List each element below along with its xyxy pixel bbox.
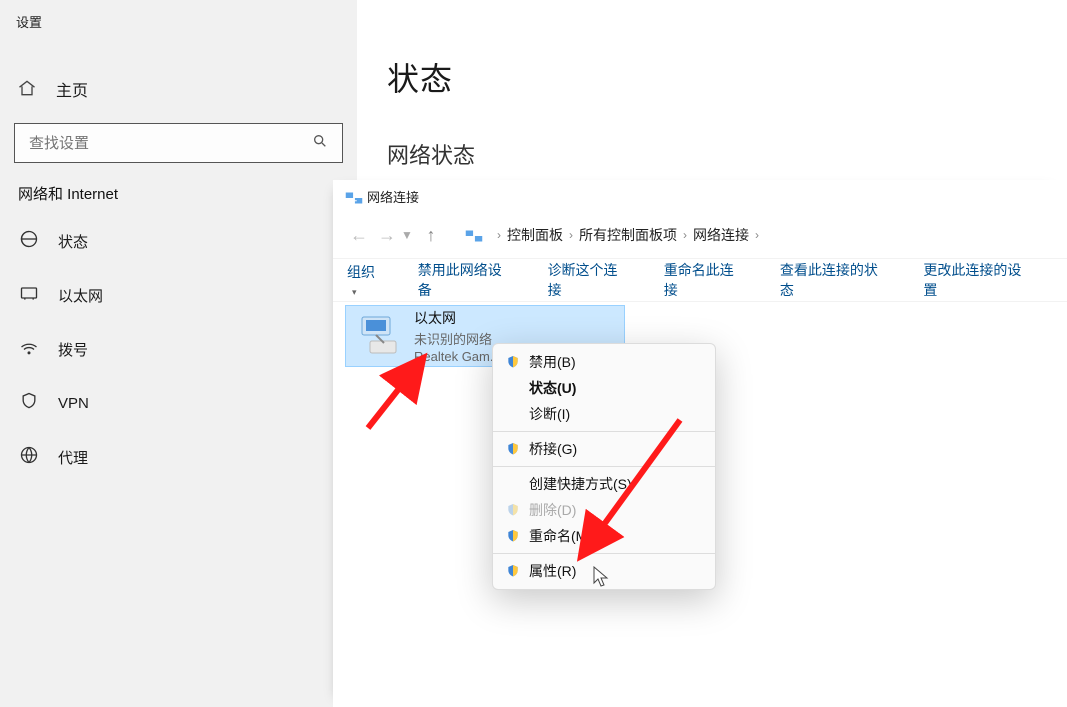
toolbar-disable-button[interactable]: 禁用此网络设备 (418, 260, 514, 300)
network-icon (463, 225, 483, 245)
nav-back-button[interactable]: ← (345, 225, 373, 246)
explorer-title: 网络连接 (367, 187, 419, 206)
connection-name: 以太网 (414, 308, 501, 328)
breadcrumb-item[interactable]: 控制面板 (507, 225, 563, 245)
vpn-icon (18, 391, 40, 416)
context-create-shortcut[interactable]: 创建快捷方式(S) (493, 471, 715, 497)
search-icon (312, 133, 328, 153)
settings-home-button[interactable]: 主页 (0, 63, 357, 115)
cursor-icon (593, 566, 611, 588)
context-item-label: 状态(U) (529, 378, 576, 398)
settings-home-label: 主页 (56, 77, 88, 101)
sidebar-item-dialup[interactable]: 拨号 (0, 322, 357, 376)
context-item-label: 诊断(I) (529, 404, 570, 424)
context-item-label: 桥接(G) (529, 439, 577, 459)
sidebar-item-label: 以太网 (58, 285, 103, 306)
nav-history-button[interactable]: ▼ (401, 228, 417, 242)
context-rename[interactable]: 重命名(M) (493, 523, 715, 549)
shield-icon (505, 354, 523, 370)
network-connections-icon (343, 187, 361, 205)
sidebar-item-label: VPN (58, 395, 89, 412)
ethernet-icon (18, 283, 40, 308)
context-diagnose[interactable]: 诊断(I) (493, 401, 715, 427)
sidebar-item-status[interactable]: 状态 (0, 214, 357, 268)
context-menu: 禁用(B) 状态(U) 诊断(I) 桥接(G) 创建快捷方式(S) 删除(D) … (492, 343, 716, 590)
nav-forward-button[interactable]: → (373, 225, 401, 246)
context-status[interactable]: 状态(U) (493, 375, 715, 401)
ethernet-adapter-icon (354, 312, 406, 360)
sidebar-item-ethernet[interactable]: 以太网 (0, 268, 357, 322)
toolbar-rename-button[interactable]: 重命名此连接 (664, 260, 746, 300)
explorer-toolbar: 组织 禁用此网络设备 诊断这个连接 重命名此连接 查看此连接的状态 更改此连接的… (333, 258, 1067, 302)
proxy-icon (18, 445, 40, 470)
sidebar-item-label: 代理 (58, 447, 88, 468)
dialup-icon (18, 337, 40, 362)
breadcrumb-item[interactable]: 所有控制面板项 (579, 225, 677, 245)
shield-icon (505, 563, 523, 579)
settings-search-input[interactable] (29, 135, 312, 152)
toolbar-organize-button[interactable]: 组织 (347, 262, 384, 298)
breadcrumb-item[interactable]: 网络连接 (693, 225, 749, 245)
section-header: 网络状态 (387, 138, 1037, 170)
settings-section-label: 网络和 Internet (0, 163, 357, 214)
shield-icon (505, 441, 523, 457)
connection-device: Realtek Gam... (414, 349, 501, 364)
settings-search-box[interactable] (14, 123, 343, 163)
breadcrumb[interactable]: › 控制面板 › 所有控制面板项 › 网络连接 › (463, 225, 765, 245)
status-icon (18, 229, 40, 254)
connection-status: 未识别的网络 (414, 329, 501, 348)
shield-icon (505, 502, 523, 518)
toolbar-change-settings-button[interactable]: 更改此连接的设置 (923, 260, 1033, 300)
context-item-label: 属性(R) (529, 561, 576, 581)
toolbar-diagnose-button[interactable]: 诊断这个连接 (548, 260, 630, 300)
context-delete: 删除(D) (493, 497, 715, 523)
toolbar-view-status-button[interactable]: 查看此连接的状态 (780, 260, 890, 300)
home-icon (16, 78, 38, 101)
context-disable[interactable]: 禁用(B) (493, 349, 715, 375)
nav-up-button[interactable]: ↑ (417, 225, 445, 246)
page-title: 状态 (387, 54, 1037, 100)
context-item-label: 重命名(M) (529, 526, 592, 546)
context-item-label: 删除(D) (529, 500, 576, 520)
sidebar-item-vpn[interactable]: VPN (0, 376, 357, 430)
settings-app-title: 设置 (0, 6, 357, 37)
context-item-label: 创建快捷方式(S) (529, 474, 632, 494)
sidebar-item-label: 拨号 (58, 339, 88, 360)
context-bridge[interactable]: 桥接(G) (493, 436, 715, 462)
shield-icon (505, 528, 523, 544)
sidebar-item-proxy[interactable]: 代理 (0, 430, 357, 484)
context-item-label: 禁用(B) (529, 352, 576, 372)
sidebar-item-label: 状态 (58, 231, 88, 252)
